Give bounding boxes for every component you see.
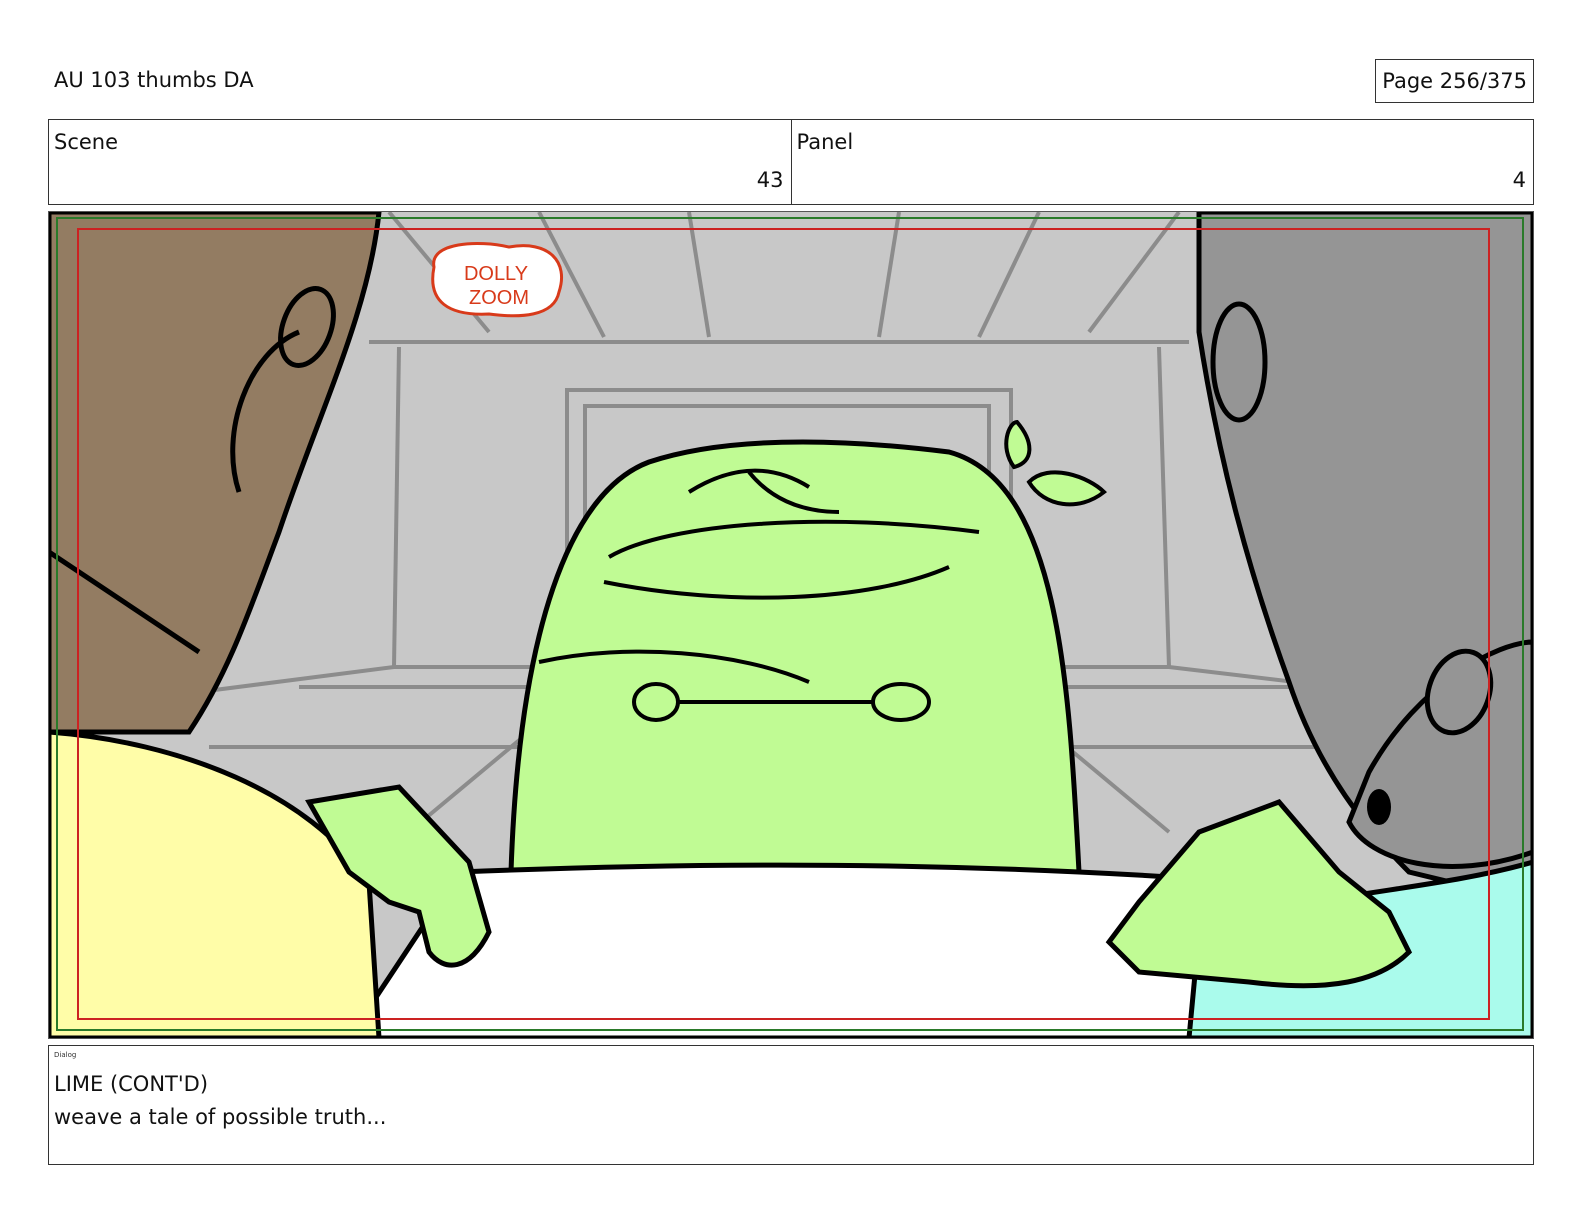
note-line-1: DOLLY bbox=[464, 263, 528, 285]
storyboard-drawing: DOLLY ZOOM bbox=[49, 212, 1533, 1038]
scene-cell: Scene 43 bbox=[49, 120, 791, 204]
scene-label: Scene bbox=[54, 130, 119, 154]
storyboard-panel: DOLLY ZOOM bbox=[48, 211, 1534, 1039]
panel-number: 4 bbox=[1512, 168, 1526, 192]
dialog-character: LIME (CONT'D) bbox=[54, 1072, 209, 1096]
dolly-zoom-note: DOLLY ZOOM bbox=[431, 242, 564, 318]
document-title: AU 103 thumbs DA bbox=[54, 68, 254, 92]
scene-panel-info: Scene 43 Panel 4 bbox=[48, 119, 1534, 205]
scene-number: 43 bbox=[756, 168, 784, 192]
panel-cell: Panel 4 bbox=[790, 120, 1534, 204]
dialog-box: Dialog LIME (CONT'D) weave a tale of pos… bbox=[48, 1045, 1534, 1165]
dialog-label: Dialog bbox=[54, 1051, 77, 1059]
note-line-2: ZOOM bbox=[469, 287, 529, 309]
panel-label: Panel bbox=[796, 130, 854, 154]
page-indicator: Page 256/375 bbox=[1375, 59, 1534, 103]
dialog-line: weave a tale of possible truth... bbox=[54, 1105, 387, 1129]
